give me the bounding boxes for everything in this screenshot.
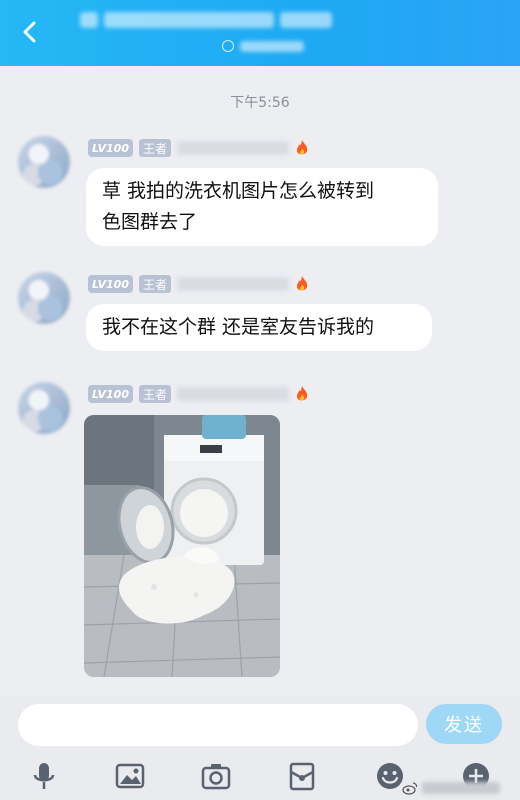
level-badge: LV100 <box>88 275 133 293</box>
message-text-line: 草 我拍的洗衣机图片怎么被转到 <box>102 180 375 202</box>
message-input[interactable] <box>18 704 418 746</box>
watermark <box>402 780 500 796</box>
title-redacted <box>104 12 274 28</box>
subtitle-redacted <box>240 40 304 52</box>
fire-icon <box>296 276 308 291</box>
chat-subtitle <box>222 38 304 54</box>
fire-icon <box>296 386 308 401</box>
avatar[interactable] <box>18 382 70 434</box>
red-packet-icon[interactable] <box>286 760 318 792</box>
level-badge: LV100 <box>88 139 133 157</box>
message-text-line: 我不在这个群 还是室友告诉我的 <box>102 316 375 338</box>
sender-name-redacted <box>177 277 289 291</box>
message-bubble[interactable]: 我不在这个群 还是室友告诉我的 <box>86 304 432 351</box>
message-text-line: 色图群去了 <box>102 211 198 233</box>
rank-badge: 王者 <box>138 139 171 157</box>
message-bubble[interactable]: 草 我拍的洗衣机图片怎么被转到 色图群去了 <box>86 168 438 246</box>
avatar[interactable] <box>18 272 70 324</box>
input-bar: 发送 <box>0 696 520 754</box>
status-icon <box>222 40 234 52</box>
camera-icon[interactable] <box>200 760 232 792</box>
watermark-redacted <box>422 782 500 794</box>
chat-header <box>0 0 520 66</box>
back-button[interactable] <box>14 16 46 48</box>
rank-badge: 王者 <box>138 275 171 293</box>
sender-info: LV100 王者 <box>88 274 309 294</box>
avatar[interactable] <box>18 136 70 188</box>
washing-machine-photo[interactable] <box>84 415 280 677</box>
weibo-icon <box>402 782 418 795</box>
photo-illustration <box>84 415 280 677</box>
sender-info: LV100 王者 <box>88 138 309 158</box>
send-button[interactable]: 发送 <box>426 704 502 744</box>
title-redacted <box>80 12 98 28</box>
sender-info: LV100 王者 <box>88 384 309 404</box>
chevron-left-icon <box>23 21 36 43</box>
fire-icon <box>296 140 308 155</box>
level-badge: LV100 <box>88 385 133 403</box>
sender-name-redacted <box>177 141 289 155</box>
microphone-icon[interactable] <box>28 760 60 792</box>
sender-name-redacted <box>177 387 289 401</box>
image-icon[interactable] <box>114 760 146 792</box>
title-redacted <box>280 12 332 28</box>
rank-badge: 王者 <box>138 385 171 403</box>
chat-title <box>80 8 380 32</box>
message-timestamp: 下午5:56 <box>230 95 290 111</box>
